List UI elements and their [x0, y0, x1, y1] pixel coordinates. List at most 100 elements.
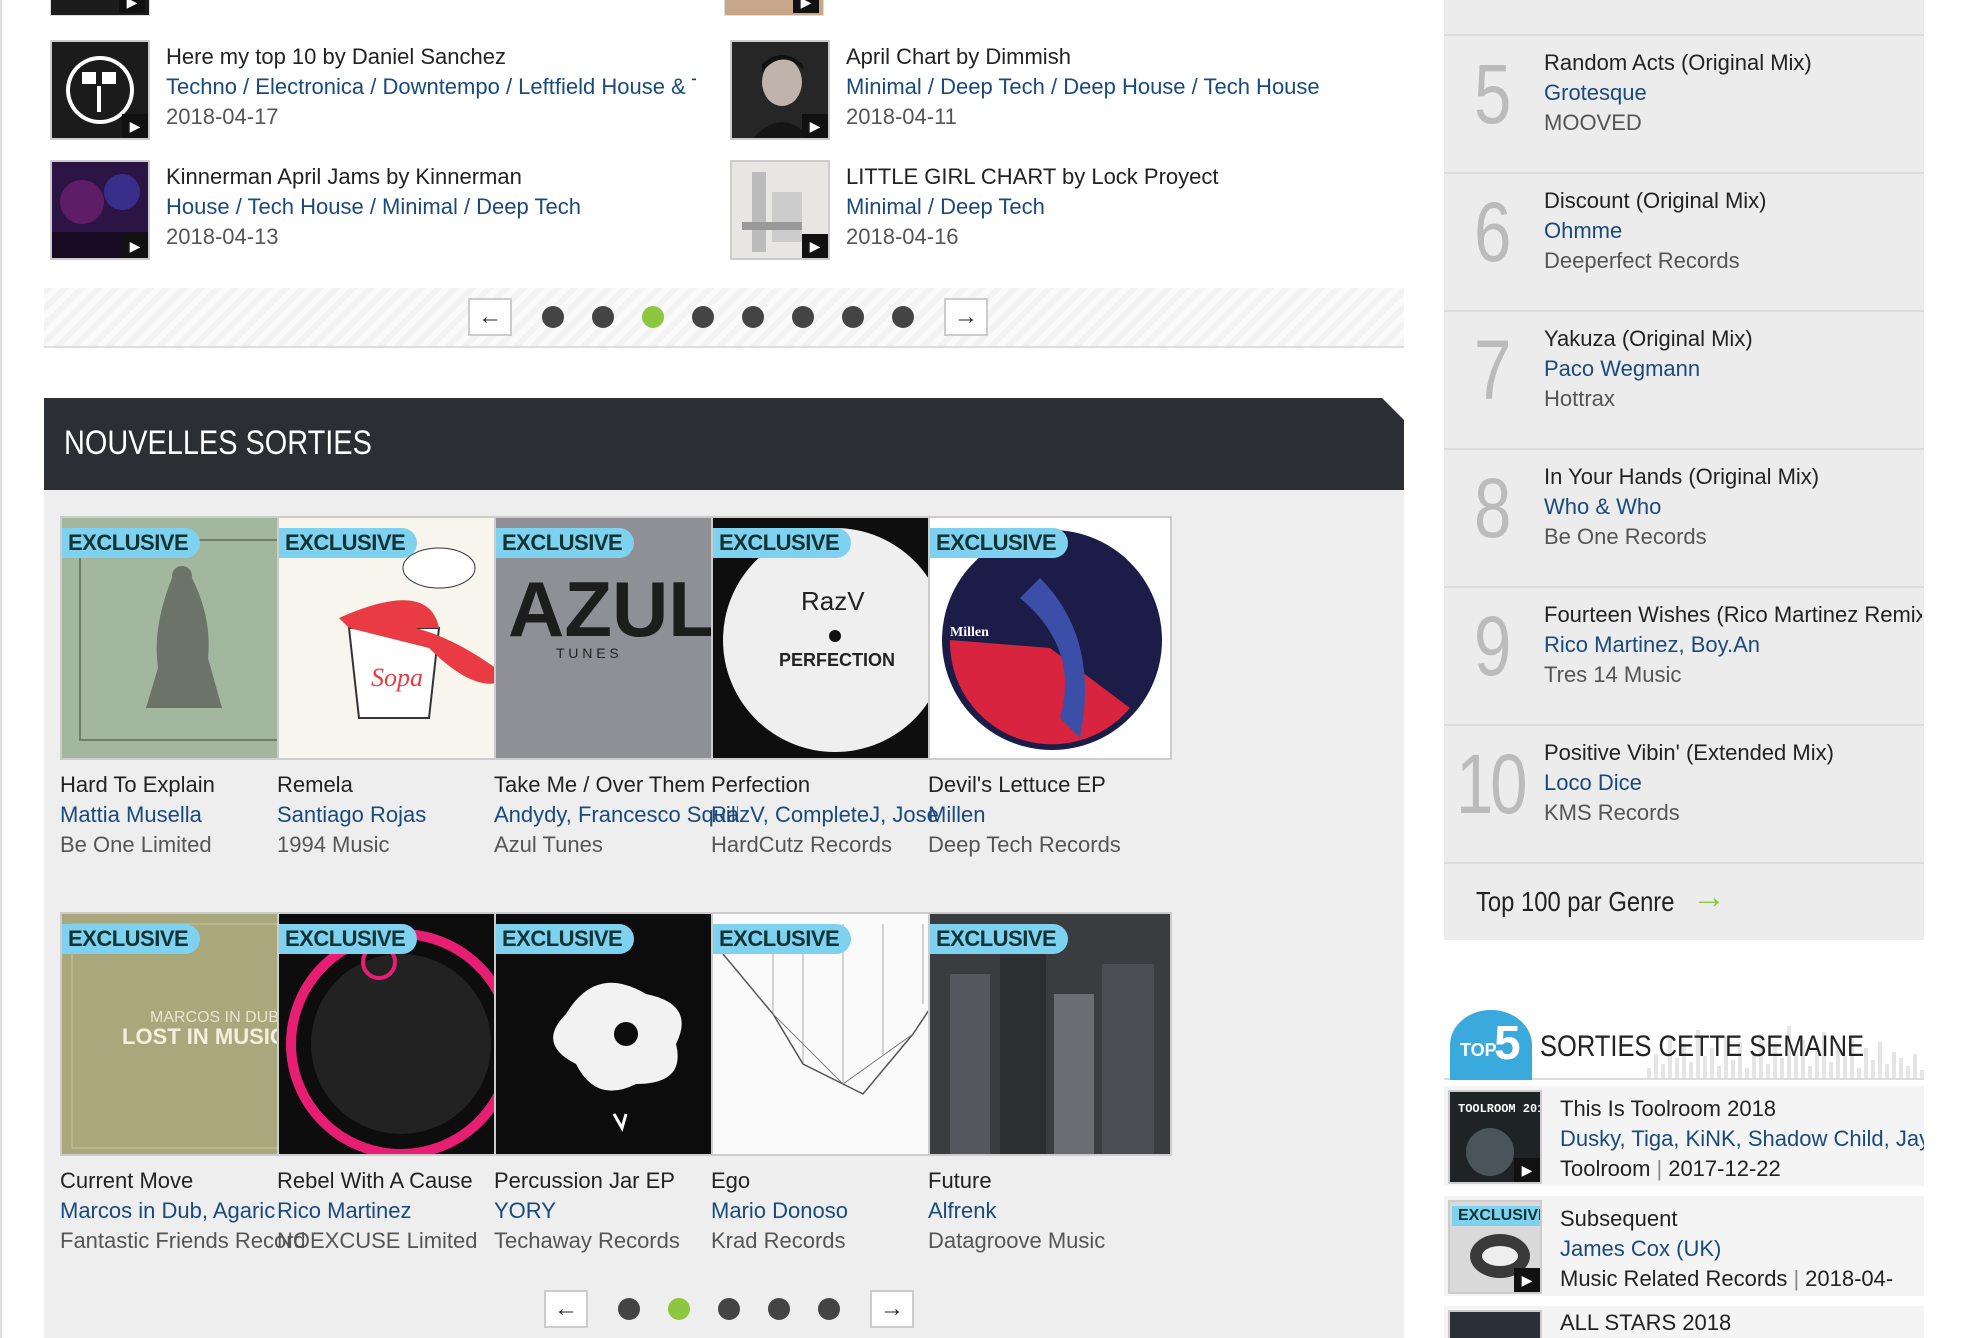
- release-label[interactable]: Krad Records: [711, 1228, 955, 1254]
- release-artists[interactable]: Dusky, Tiga, KiNK, Shadow Child, Jay: [1560, 1126, 1924, 1152]
- track-title[interactable]: Positive Vibin' (Extended Mix): [1544, 740, 1922, 766]
- chart-cover[interactable]: ▶: [730, 40, 830, 140]
- top10-row[interactable]: 9 Fourteen Wishes (Rico Martinez Remix) …: [1444, 586, 1924, 724]
- release-title[interactable]: Current Move: [60, 1168, 304, 1194]
- release-card[interactable]: EXCLUSIVE Future Alfrenk Datagroove Musi…: [928, 912, 1178, 1272]
- chart-cover[interactable]: ▶: [724, 0, 824, 16]
- release-label[interactable]: Datagroove Music: [928, 1228, 1172, 1254]
- pager-dot[interactable]: [842, 306, 864, 328]
- release-artist[interactable]: Alfrenk: [928, 1198, 1172, 1224]
- release-card[interactable]: EXCLUSIVE Hard To Explain Mattia Musella…: [60, 516, 310, 876]
- top10-row[interactable]: 6 Discount (Original Mix) Ohmme Deeperfe…: [1444, 172, 1924, 310]
- track-title[interactable]: In Your Hands (Original Mix): [1544, 464, 1922, 490]
- chart-item[interactable]: ▶ LITTLE GIRL CHART by Lock Proyect Mini…: [724, 160, 1364, 270]
- pager-dot-active[interactable]: [668, 1298, 690, 1320]
- release-label[interactable]: Music Related Records: [1560, 1266, 1787, 1291]
- track-label[interactable]: Deeperfect Records: [1544, 248, 1740, 274]
- play-icon[interactable]: ▶: [1514, 1268, 1540, 1292]
- track-label[interactable]: Hottrax: [1544, 386, 1615, 412]
- pager-dot[interactable]: [818, 1298, 840, 1320]
- release-title[interactable]: Hard To Explain: [60, 772, 304, 798]
- track-artist[interactable]: Grotesque: [1544, 80, 1647, 106]
- arrow-right-icon[interactable]: →: [1692, 878, 1726, 917]
- pager-dot[interactable]: [768, 1298, 790, 1320]
- top10-row[interactable]: 8 In Your Hands (Original Mix) Who & Who…: [1444, 448, 1924, 586]
- next-arrow-button[interactable]: →: [870, 1290, 914, 1328]
- track-artist[interactable]: Paco Wegmann: [1544, 356, 1700, 382]
- track-label[interactable]: Be One Records: [1544, 524, 1707, 550]
- week-release-row[interactable]: ALL STARS 2018: [1444, 1306, 1924, 1338]
- chart-cover[interactable]: ▶: [730, 160, 830, 260]
- track-artist[interactable]: Rico Martinez, Boy.An: [1544, 632, 1760, 658]
- release-card[interactable]: AZUL T U N E S EXCLUSIVE Take Me / Over …: [494, 516, 744, 876]
- release-artist[interactable]: Santiago Rojas: [277, 802, 521, 828]
- release-card[interactable]: EXCLUSIVE Rebel With A Cause Rico Martin…: [277, 912, 527, 1272]
- release-artist[interactable]: Andydy, Francesco Squillante: [494, 802, 738, 828]
- release-artist[interactable]: RazV, CompleteJ, Jose: [711, 802, 955, 828]
- release-label[interactable]: 1994 Music: [277, 832, 521, 858]
- next-arrow-button[interactable]: →: [944, 298, 988, 336]
- top10-row[interactable]: 10 Positive Vibin' (Extended Mix) Loco D…: [1444, 724, 1924, 862]
- release-artist[interactable]: Marcos in Dub, Agaric: [60, 1198, 304, 1224]
- release-title[interactable]: Percussion Jar EP: [494, 1168, 738, 1194]
- release-title[interactable]: Perfection: [711, 772, 955, 798]
- release-title[interactable]: Ego: [711, 1168, 955, 1194]
- play-icon[interactable]: ▶: [1514, 1158, 1540, 1182]
- pager-dot-active[interactable]: [642, 306, 664, 328]
- chart-item[interactable]: ▶ Kinnerman April Jams by Kinnerman Hous…: [44, 160, 684, 270]
- play-icon[interactable]: ▶: [802, 114, 828, 138]
- release-title[interactable]: ALL STARS 2018: [1560, 1310, 1731, 1336]
- week-release-row[interactable]: TOOLROOM 2018 ▶ This Is Toolroom 2018 Du…: [1444, 1086, 1924, 1186]
- pager-dot[interactable]: [592, 306, 614, 328]
- track-label[interactable]: KMS Records: [1544, 800, 1680, 826]
- play-icon[interactable]: ▶: [122, 114, 148, 138]
- play-icon[interactable]: ▶: [122, 234, 148, 258]
- release-label[interactable]: Deep Tech Records: [928, 832, 1172, 858]
- pager-dot[interactable]: [618, 1298, 640, 1320]
- pager-dot[interactable]: [792, 306, 814, 328]
- release-title[interactable]: Remela: [277, 772, 521, 798]
- release-label[interactable]: NOEXCUSE Limited: [277, 1228, 521, 1254]
- release-label[interactable]: Fantastic Friends Records: [60, 1228, 304, 1254]
- track-label[interactable]: Tres 14 Music: [1544, 662, 1681, 688]
- release-label[interactable]: Techaway Records: [494, 1228, 738, 1254]
- release-card[interactable]: EXCLUSIVE Ego Mario Donoso Krad Records: [711, 912, 961, 1272]
- track-title[interactable]: Yakuza (Original Mix): [1544, 326, 1922, 352]
- release-cover[interactable]: EXCLUSIVE ▶: [1448, 1200, 1542, 1294]
- release-title[interactable]: This Is Toolroom 2018: [1560, 1096, 1776, 1122]
- pager-dot[interactable]: [718, 1298, 740, 1320]
- chart-genres[interactable]: Minimal / Deep Tech / Deep House / Tech …: [846, 74, 1366, 100]
- week-release-row[interactable]: EXCLUSIVE ▶ Subsequent James Cox (UK) Mu…: [1444, 1196, 1924, 1296]
- chart-genres[interactable]: Techno / Electronica / Downtempo / Leftf…: [166, 74, 696, 100]
- chart-title[interactable]: Kinnerman April Jams by Kinnerman: [166, 164, 522, 190]
- release-card[interactable]: Sopa EXCLUSIVE Remela Santiago Rojas 199…: [277, 516, 527, 876]
- release-card[interactable]: MARCOS IN DUB LOST IN MUSIC EXCLUSIVE Cu…: [60, 912, 310, 1272]
- chart-genres[interactable]: Minimal / Deep Tech: [846, 194, 1366, 220]
- release-card[interactable]: Millen EXCLUSIVE Devil's Lettuce EP Mill…: [928, 516, 1178, 876]
- release-artist[interactable]: Mattia Musella: [60, 802, 304, 828]
- release-title[interactable]: Take Me / Over Them: [494, 772, 738, 798]
- pager-dot[interactable]: [692, 306, 714, 328]
- prev-arrow-button[interactable]: ←: [468, 298, 512, 336]
- track-label[interactable]: MOOVED: [1544, 110, 1642, 136]
- release-artist[interactable]: Millen: [928, 802, 1172, 828]
- release-card[interactable]: RazV PERFECTION EXCLUSIVE Perfection Raz…: [711, 516, 961, 876]
- chart-cover[interactable]: ▶: [50, 0, 150, 16]
- chart-cover[interactable]: ▶: [50, 40, 150, 140]
- release-cover[interactable]: [1448, 1310, 1542, 1338]
- release-title[interactable]: Future: [928, 1168, 1172, 1194]
- pager-dot[interactable]: [542, 306, 564, 328]
- pager-dot[interactable]: [892, 306, 914, 328]
- top100-label[interactable]: Top 100 par Genre: [1476, 886, 1674, 918]
- chart-title[interactable]: LITTLE GIRL CHART by Lock Proyect: [846, 164, 1219, 190]
- release-artist[interactable]: YORY: [494, 1198, 738, 1224]
- chart-genres[interactable]: House / Tech House / Minimal / Deep Tech: [166, 194, 686, 220]
- release-artist[interactable]: Mario Donoso: [711, 1198, 955, 1224]
- play-icon[interactable]: ▶: [119, 0, 145, 13]
- top100-link[interactable]: Top 100 par Genre →: [1444, 862, 1924, 940]
- top10-row[interactable]: 7 Yakuza (Original Mix) Paco Wegmann Hot…: [1444, 310, 1924, 448]
- play-icon[interactable]: ▶: [793, 0, 819, 13]
- release-label[interactable]: HardCutz Records: [711, 832, 955, 858]
- chart-item[interactable]: ▶ April Chart by Dimmish Minimal / Deep …: [724, 40, 1364, 150]
- release-label[interactable]: Azul Tunes: [494, 832, 738, 858]
